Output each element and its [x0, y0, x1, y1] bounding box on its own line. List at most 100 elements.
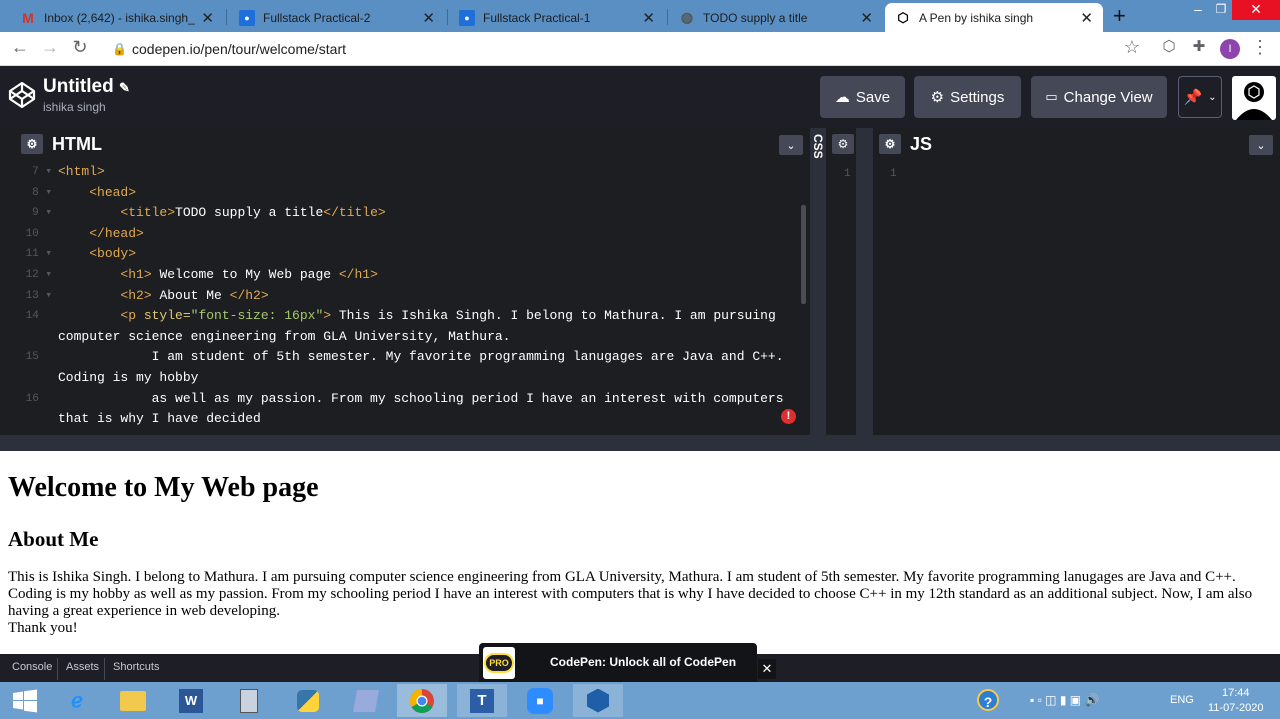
code-line[interactable]: 9 ▾ <title>TODO supply a title</title>	[16, 203, 810, 224]
editor-scrollbar[interactable]	[801, 205, 806, 304]
code-text: <h2> About Me </h2>	[120, 287, 269, 303]
line-number: 9 ▾	[32, 207, 52, 220]
notepad-icon[interactable]	[341, 684, 391, 717]
extension-shield-icon[interactable]: ⬡	[1157, 37, 1181, 55]
pen-title[interactable]: Untitled ✎	[43, 76, 130, 98]
new-tab-icon[interactable]: +	[1113, 3, 1126, 29]
close-promo-icon[interactable]: ✕	[758, 659, 776, 679]
console-button[interactable]: Console	[12, 661, 52, 673]
code-line[interactable]: Coding is my hobby	[16, 368, 810, 389]
tab-fullstack-1[interactable]: ● Fullstack Practical-1 ✕	[449, 3, 665, 32]
code-line[interactable]: 12 ▾ <h1> Welcome to My Web page </h1>	[16, 265, 810, 286]
start-windows-icon[interactable]	[0, 684, 50, 717]
close-tab-icon[interactable]: ✕	[201, 9, 214, 27]
code-line[interactable]: 7 ▾ <html>	[16, 162, 810, 183]
menu-kebab-icon[interactable]: ⋮	[1248, 37, 1272, 58]
css-settings-gear-icon[interactable]: ⚙	[832, 134, 854, 154]
tab-gmail[interactable]: M Inbox (2,642) - ishika.singh_cs18 ✕	[10, 3, 224, 32]
chevron-down-icon: ⌄	[1208, 91, 1217, 103]
tab-title: A Pen by ishika singh	[919, 10, 1034, 25]
internet-explorer-icon[interactable]: ℯ	[52, 684, 102, 717]
clock-time[interactable]: 17:44	[1222, 687, 1250, 699]
line-number: 13 ▾	[25, 289, 52, 302]
code-text: </head>	[89, 225, 144, 241]
tray-icons[interactable]: ▪ ▫ ◫ ▮ ▣ 🔊	[1030, 693, 1099, 707]
promo-banner[interactable]: PRO CodePen: Unlock all of CodePen	[479, 643, 757, 682]
close-tab-icon[interactable]: ✕	[1080, 9, 1093, 27]
calculator-icon[interactable]	[224, 684, 274, 717]
js-line-number: 1	[890, 168, 897, 180]
assets-button[interactable]: Assets	[66, 661, 99, 673]
close-window-icon[interactable]: ✕	[1232, 0, 1280, 20]
tab-fullstack-2[interactable]: ● Fullstack Practical-2 ✕	[229, 3, 445, 32]
close-tab-icon[interactable]: ✕	[422, 9, 435, 27]
pen-author[interactable]: ishika singh	[43, 100, 106, 114]
bookmark-star-icon[interactable]: ☆	[1120, 37, 1144, 58]
code-text: <h1> Welcome to My Web page </h1>	[120, 267, 378, 282]
code-line[interactable]: 15 I am student of 5th semester. My favo…	[16, 347, 810, 368]
editor-panels: ⚙ HTML ⌄ 7 ▾ <html> 8 ▾ <head> 9 ▾ <title>T…	[0, 128, 1280, 451]
change-view-button[interactable]: ▭ Change View	[1031, 76, 1167, 118]
reload-icon[interactable]: ↻	[68, 37, 92, 58]
forward-icon[interactable]: →	[38, 37, 62, 58]
browser-tab-strip: M Inbox (2,642) - ishika.singh_cs18 ✕ ● …	[0, 0, 1280, 32]
code-line[interactable]: 11 ▾ <body>	[16, 244, 810, 265]
globe-icon: ◍	[680, 9, 694, 25]
tab-title: TODO supply a title	[703, 10, 808, 25]
back-icon[interactable]: ←	[8, 37, 32, 58]
chrome-icon[interactable]	[397, 684, 447, 717]
code-text: as well as my passion. From my schooling…	[58, 390, 784, 406]
pin-dropdown-button[interactable]: 📌 ⌄	[1178, 76, 1222, 118]
tab-codepen[interactable]: ⬡ A Pen by ishika singh ✕	[885, 3, 1103, 32]
url-text: codepen.io/pen/tour/welcome/start	[132, 41, 347, 57]
user-avatar[interactable]	[1232, 76, 1276, 120]
shortcuts-button[interactable]: Shortcuts	[113, 661, 159, 673]
error-alert-icon[interactable]: !	[781, 409, 796, 424]
html-code-area[interactable]: 7 ▾ <html> 8 ▾ <head> 9 ▾ <title>TODO suppl…	[16, 160, 810, 435]
js-editor-dropdown-icon[interactable]: ⌄	[1249, 135, 1273, 155]
code-line[interactable]: 8 ▾ <head>	[16, 183, 810, 204]
edit-pencil-icon[interactable]: ✎	[119, 80, 130, 95]
file-explorer-icon[interactable]	[108, 684, 158, 717]
code-line[interactable]: that is why I have decided	[16, 409, 810, 430]
python-icon[interactable]	[283, 684, 333, 717]
tab-todo[interactable]: ◍ TODO supply a title ✕	[669, 3, 883, 32]
code-line[interactable]: 16 as well as my passion. From my school…	[16, 389, 810, 410]
zoom-icon[interactable]: ■	[515, 684, 565, 717]
close-tab-icon[interactable]: ✕	[642, 9, 655, 27]
tab-title: Inbox (2,642) - ishika.singh_cs18	[44, 10, 195, 25]
lock-icon: 🔒	[112, 42, 127, 56]
code-text: <title>TODO supply a title</title>	[120, 205, 386, 221]
codepen-logo-icon[interactable]	[7, 80, 37, 110]
preview-paragraph-text: This is Ishika Singh. I belong to Mathur…	[8, 569, 1253, 619]
line-number: 16	[25, 392, 52, 405]
close-tab-icon[interactable]: ✕	[860, 9, 873, 27]
profile-avatar[interactable]: I	[1220, 39, 1240, 59]
js-settings-gear-icon[interactable]: ⚙	[879, 134, 901, 154]
language-indicator[interactable]: ENG	[1170, 694, 1194, 706]
layout-icon: ▭	[1045, 89, 1058, 104]
settings-button[interactable]: ⚙ Settings	[914, 76, 1021, 118]
html-settings-gear-icon[interactable]: ⚙	[21, 134, 43, 154]
extensions-puzzle-icon[interactable]: ✚	[1187, 37, 1211, 55]
cloud-icon: ☁	[834, 89, 850, 106]
css-editor-strip: ⚙ 1	[826, 128, 856, 435]
resize-handle[interactable]	[0, 435, 1280, 451]
code-line[interactable]: 14 <p style="font-size: 16px"> This is I…	[16, 306, 810, 327]
help-icon[interactable]: ?	[977, 689, 999, 711]
panel-divider[interactable]	[856, 128, 873, 435]
css-editor-collapsed[interactable]: CSS	[810, 128, 826, 435]
code-line[interactable]: 13 ▾ <h2> About Me </h2>	[16, 286, 810, 307]
promo-text: CodePen: Unlock all of CodePen	[550, 655, 737, 669]
save-button[interactable]: ☁ Save	[820, 76, 905, 118]
code-line[interactable]: 10 </head>	[16, 224, 810, 245]
code-line[interactable]: computer science engineering from GLA Un…	[16, 327, 810, 348]
word-icon[interactable]: W	[166, 684, 216, 717]
typing-app-icon[interactable]: T	[457, 684, 507, 717]
html-editor-dropdown-icon[interactable]: ⌄	[779, 135, 803, 155]
virtualbox-icon[interactable]	[573, 684, 623, 717]
codepen-icon: ⬡	[897, 9, 909, 25]
pro-badge-text: PRO	[484, 653, 514, 673]
clock-date[interactable]: 11-07-2020	[1208, 702, 1263, 714]
url-field[interactable]: 🔒 codepen.io/pen/tour/welcome/start	[104, 37, 1154, 61]
